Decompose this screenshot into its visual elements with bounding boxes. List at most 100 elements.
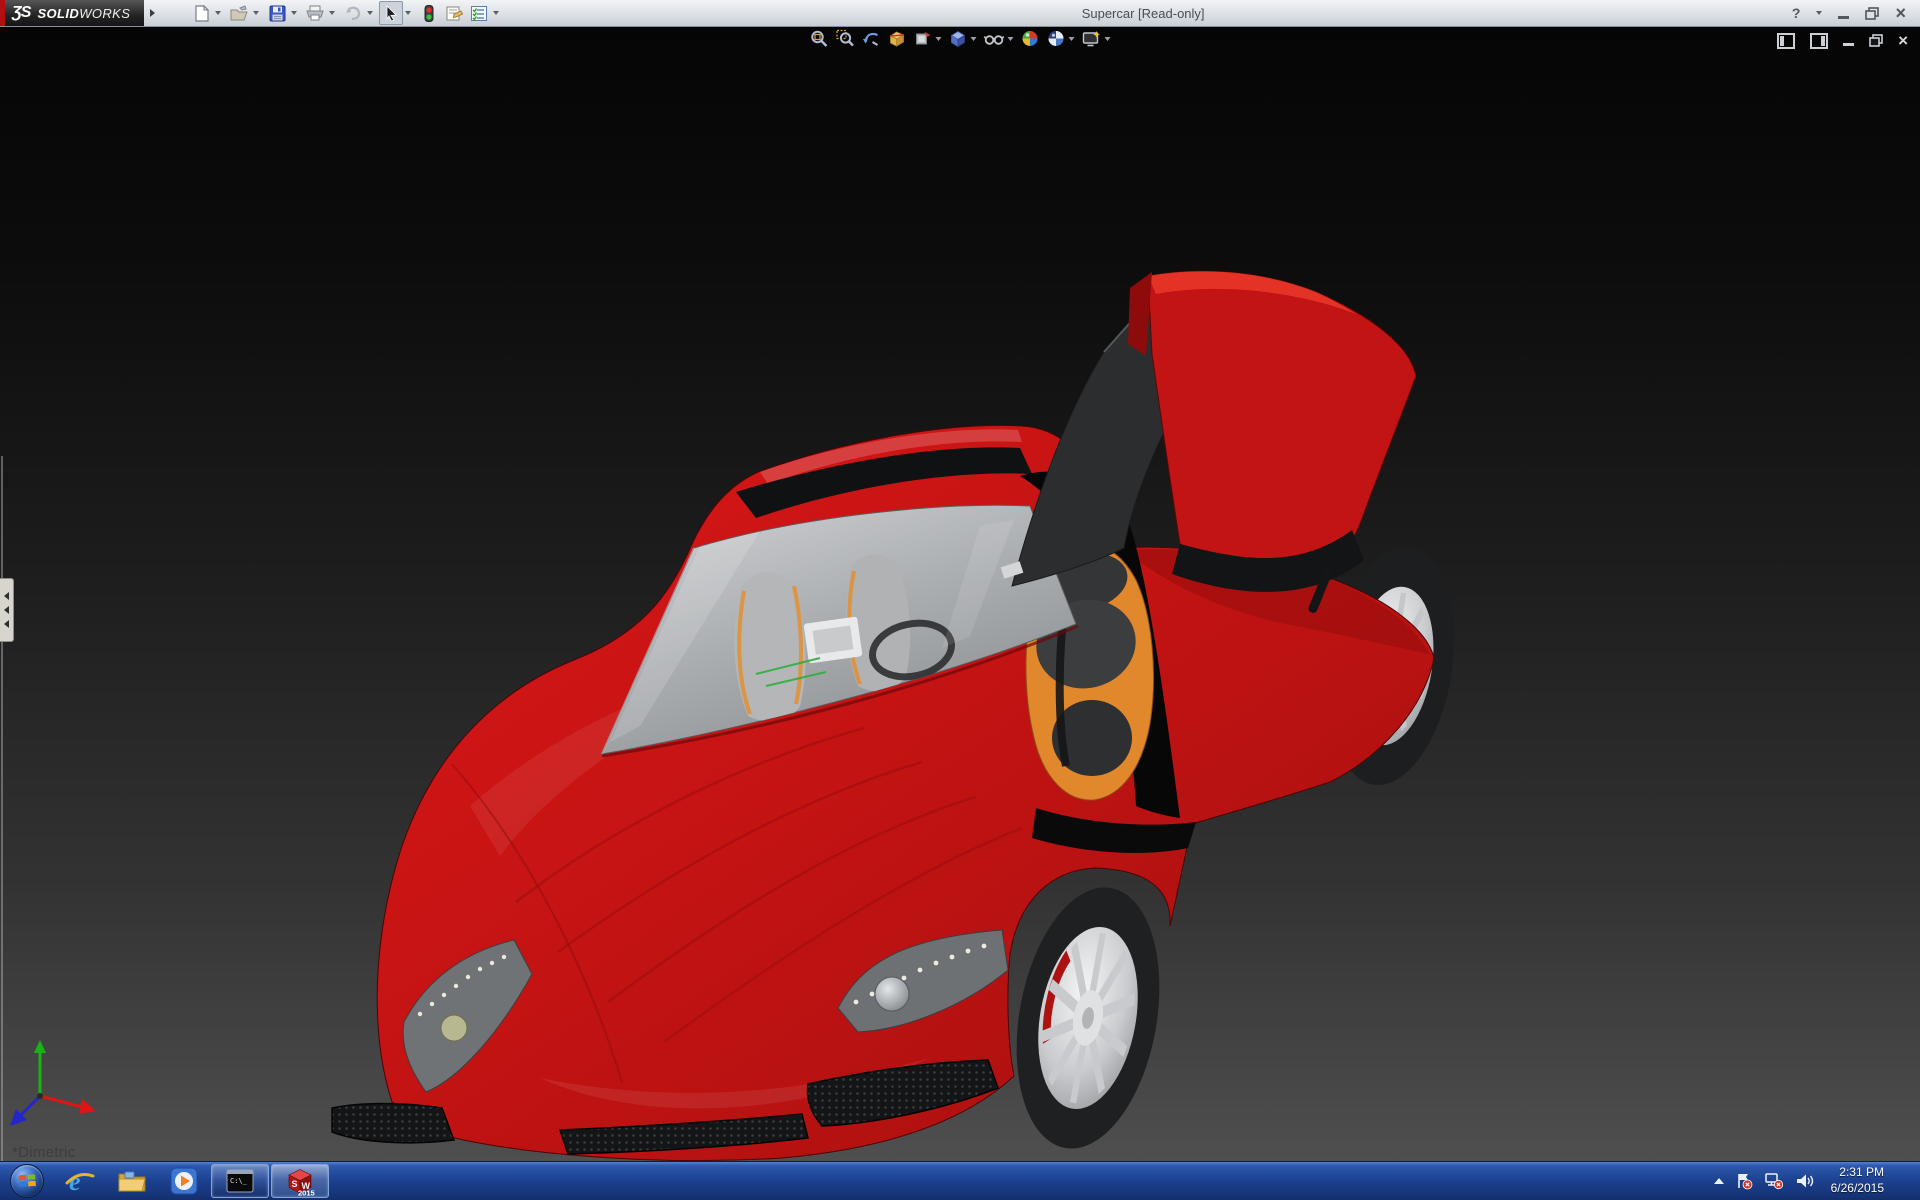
save-dropdown-caret[interactable] [291,11,297,15]
command-prompt-icon: C:\_ [225,1168,255,1194]
solidworks-logo: ƷS SOLIDWORKS [0,0,144,26]
document-title: Supercar [Read-only] [504,6,1782,21]
apply-scene-caret[interactable] [1069,37,1075,41]
taskbar-internet-explorer[interactable]: e [54,1162,106,1200]
svg-text:C:\_: C:\_ [230,1177,248,1185]
collapse-arrow-icon [4,620,9,628]
media-player-icon [170,1167,198,1195]
hide-show-items-caret[interactable] [1008,37,1014,41]
view-orientation-caret[interactable] [971,37,977,41]
select-cursor-icon [384,5,398,21]
volume-icon[interactable] [1795,1172,1814,1190]
system-tray: 2:31 PM 6/26/2015 [1714,1162,1920,1200]
show-hidden-icons-button[interactable] [1714,1178,1724,1184]
coordinate-triad [4,1036,104,1136]
x-axis-arrow [79,1099,96,1114]
dynamic-annotation-views-button[interactable] [914,29,942,48]
help-button[interactable]: ? [1792,6,1801,20]
standard-toolbar [189,1,504,25]
window-controls: ? × [1792,4,1906,22]
undo-button[interactable] [341,1,365,25]
new-document-button[interactable] [189,1,213,25]
heads-up-view-toolbar [810,29,1111,48]
minimize-button[interactable] [1838,8,1849,19]
print-dropdown-caret[interactable] [329,11,335,15]
taskbar-clock[interactable]: 2:31 PM 6/26/2015 [1825,1165,1890,1196]
help-dropdown-caret[interactable] [1816,11,1822,15]
options-dropdown-caret[interactable] [493,11,499,15]
previous-view-icon [862,29,881,48]
clock-date: 6/26/2015 [1831,1181,1884,1197]
open-folder-icon [230,5,248,21]
view-settings-icon [1082,29,1102,48]
folder-icon [117,1168,147,1194]
document-close-button[interactable]: × [1898,32,1908,49]
zoom-to-area-icon [836,29,855,48]
taskbar-windows-explorer[interactable] [106,1162,158,1200]
apply-scene-button[interactable] [1047,29,1075,48]
open-dropdown-caret[interactable] [253,11,259,15]
y-axis-arrow [34,1040,46,1053]
rebuild-button[interactable] [417,1,441,25]
print-button[interactable] [303,1,327,25]
menu-flyout-arrow[interactable] [150,9,155,17]
taskbar-media-player[interactable] [158,1162,210,1200]
options-button[interactable] [467,1,491,25]
options-checklist-icon [470,5,488,22]
open-door[interactable] [1001,271,1416,592]
pane-left-icon[interactable] [1777,33,1795,49]
section-view-icon [888,29,907,48]
annotation-views-caret[interactable] [936,37,942,41]
zoom-to-fit-button[interactable] [810,29,829,48]
hide-show-items-button[interactable] [984,29,1014,48]
taskbar-solidworks[interactable]: S W 2015 [271,1164,329,1198]
zoom-to-area-button[interactable] [836,29,855,48]
select-tool-button[interactable] [379,1,403,25]
solidworks-logo-text: SOLIDWORKS [37,6,130,21]
document-window-controls: × [1777,32,1908,49]
title-bar[interactable]: ƷS SOLIDWORKS [0,0,1920,27]
view-settings-button[interactable] [1082,29,1111,48]
action-center-flag-icon[interactable] [1735,1172,1753,1190]
view-orientation-label: *Dimetric [12,1144,76,1161]
edit-appearance-button[interactable] [1021,29,1040,48]
supercar-model[interactable] [0,26,1920,1162]
section-view-button[interactable] [888,29,907,48]
close-button[interactable]: × [1895,4,1906,22]
apply-scene-sphere-icon [1047,29,1066,48]
new-dropdown-caret[interactable] [215,11,221,15]
view-orientation-cube-icon [949,29,968,48]
internet-explorer-icon: e [65,1167,95,1195]
collapse-arrow-icon [4,606,9,614]
svg-text:2015: 2015 [298,1189,315,1197]
taskbar-command-prompt[interactable]: C:\_ [211,1164,269,1198]
start-button[interactable] [0,1162,54,1200]
view-orientation-button[interactable] [949,29,977,48]
front-wheel[interactable] [997,876,1178,1160]
solidworks-2015-icon: S W 2015 [285,1166,315,1196]
printer-icon [306,5,324,21]
rebuild-traffic-light-icon [424,5,434,22]
annotation-views-icon [914,29,933,48]
select-dropdown-caret[interactable] [405,11,411,15]
save-floppy-icon [269,5,286,22]
graphics-viewport[interactable]: × [0,26,1920,1162]
pane-right-icon[interactable] [1810,33,1828,49]
window-edge-accent [0,0,5,26]
network-status-icon[interactable] [1764,1172,1784,1190]
solidworks-application-window: ƷS SOLIDWORKS [0,0,1920,1200]
view-settings-caret[interactable] [1105,37,1111,41]
new-document-icon [193,5,210,22]
glasses-icon [984,29,1005,48]
feature-tree-collapse-tab[interactable] [0,578,14,642]
undo-dropdown-caret[interactable] [367,11,373,15]
restore-button[interactable] [1865,7,1879,20]
clock-time: 2:31 PM [1831,1165,1884,1181]
collapse-arrow-icon [4,592,9,600]
document-restore-button[interactable] [1869,34,1883,47]
previous-view-button[interactable] [862,29,881,48]
save-button[interactable] [265,1,289,25]
file-properties-button[interactable] [442,1,466,25]
open-document-button[interactable] [227,1,251,25]
document-minimize-button[interactable] [1843,43,1854,46]
